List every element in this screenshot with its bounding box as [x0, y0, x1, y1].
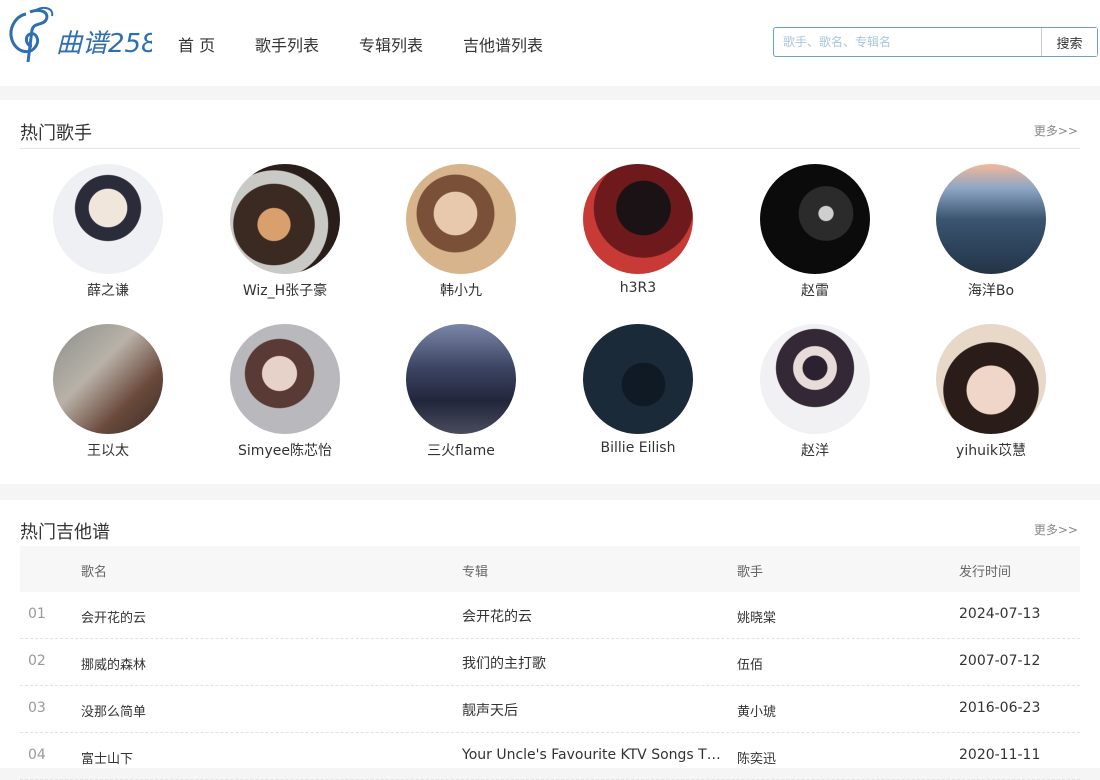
singer-avatar [583, 164, 693, 274]
singer-avatar [53, 164, 163, 274]
album-name[interactable]: 我们的主打歌 [462, 653, 724, 673]
singer-name: 赵洋 [801, 443, 829, 459]
singer-avatar [230, 324, 340, 434]
col-artist: 歌手 [737, 565, 764, 580]
singer-name: 薛之谦 [87, 283, 129, 299]
singer-avatar [760, 324, 870, 434]
singer-name: 三火flame [427, 443, 495, 459]
singer-card[interactable]: 赵洋 [730, 324, 900, 460]
artist-name[interactable]: 伍佰 [737, 654, 937, 673]
more-tabs-link[interactable]: 更多>> [1034, 521, 1078, 538]
table-row[interactable]: 03 没那么简单 靓声天后 黄小琥 2016-06-23 [20, 686, 1080, 733]
section-title: 热门歌手 [20, 123, 92, 144]
singer-card[interactable]: h3R3 [553, 164, 723, 296]
song-title[interactable]: 挪威的森林 [81, 654, 441, 673]
singer-name: 海洋Bo [967, 283, 1015, 299]
artist-name[interactable]: 黄小琥 [737, 701, 937, 720]
hot-singers-section: 热门歌手 更多>> 薛之谦 Wiz_H张子豪 韩小九 h3R3 赵雷 海洋Bo … [0, 100, 1100, 484]
song-title[interactable]: 富士山下 [81, 748, 441, 767]
release-date: 2024-07-13 [959, 606, 1041, 622]
singer-avatar [936, 324, 1046, 434]
singer-name: Billie Eilish [600, 440, 676, 456]
section-divider [20, 148, 1080, 149]
singer-card[interactable]: 王以太 [23, 324, 193, 460]
search-button[interactable]: 搜索 [1041, 28, 1097, 56]
site-logo[interactable]: 曲谱258 [6, 6, 152, 68]
section-title: 热门吉他谱 [20, 522, 110, 543]
col-album: 专辑 [462, 565, 489, 580]
release-date: 2016-06-23 [959, 700, 1041, 716]
release-date: 2007-07-12 [959, 653, 1041, 669]
row-number: 03 [28, 700, 46, 716]
singer-card[interactable]: 海洋Bo [906, 164, 1076, 300]
nav-singers[interactable]: 歌手列表 [255, 32, 319, 56]
singer-name: yihuik苡慧 [956, 443, 1026, 459]
nav-guitar-tabs[interactable]: 吉他谱列表 [463, 32, 543, 56]
singer-avatar [936, 164, 1046, 274]
search-bar: 搜索 [773, 27, 1098, 57]
top-header: 曲谱258 首 页 歌手列表 专辑列表 吉他谱列表 搜索 [0, 0, 1100, 86]
singer-avatar [406, 164, 516, 274]
singer-card[interactable]: 赵雷 [730, 164, 900, 300]
singer-name: 王以太 [87, 443, 129, 459]
guitar-tabs-table: 歌名 专辑 歌手 发行时间 01 会开花的云 会开花的云 姚晓棠 2024-07… [20, 546, 1080, 780]
singer-card[interactable]: yihuik苡慧 [906, 324, 1076, 460]
singer-avatar [760, 164, 870, 274]
col-song: 歌名 [81, 565, 108, 580]
table-row[interactable]: 01 会开花的云 会开花的云 姚晓棠 2024-07-13 [20, 592, 1080, 639]
nav-albums[interactable]: 专辑列表 [359, 32, 423, 56]
search-input[interactable] [774, 28, 1042, 56]
singer-card[interactable]: 韩小九 [376, 164, 546, 300]
singer-card[interactable]: 薛之谦 [23, 164, 193, 300]
singer-name: 赵雷 [801, 283, 829, 299]
release-date: 2020-11-11 [959, 747, 1041, 763]
more-singers-link[interactable]: 更多>> [1034, 122, 1078, 139]
song-title[interactable]: 会开花的云 [81, 607, 441, 626]
album-name[interactable]: 靓声天后 [462, 700, 724, 720]
album-name[interactable]: 会开花的云 [462, 606, 724, 626]
row-number: 04 [28, 747, 46, 763]
singer-card[interactable]: 三火flame [376, 324, 546, 460]
album-name[interactable]: Your Uncle's Favourite KTV Songs Th... [462, 747, 724, 763]
artist-name[interactable]: 陈奕迅 [737, 748, 937, 767]
song-title[interactable]: 没那么简单 [81, 701, 441, 720]
singer-name: 韩小九 [440, 283, 482, 299]
singer-card[interactable]: Simyee陈芯怡 [200, 324, 370, 460]
nav-home[interactable]: 首 页 [178, 32, 215, 56]
singer-card[interactable]: Billie Eilish [553, 324, 723, 456]
singer-avatar [53, 324, 163, 434]
singer-card[interactable]: Wiz_H张子豪 [200, 164, 370, 300]
table-header: 歌名 专辑 歌手 发行时间 [20, 546, 1080, 592]
svg-text:曲谱258: 曲谱258 [56, 29, 152, 59]
table-row[interactable]: 04 富士山下 Your Uncle's Favourite KTV Songs… [20, 733, 1080, 780]
singer-avatar [406, 324, 516, 434]
logo-icon: 曲谱258 [9, 7, 152, 63]
singer-avatar [230, 164, 340, 274]
singer-name: h3R3 [619, 280, 657, 296]
table-row[interactable]: 02 挪威的森林 我们的主打歌 伍佰 2007-07-12 [20, 639, 1080, 686]
artist-name[interactable]: 姚晓棠 [737, 607, 937, 626]
singer-name: Simyee陈芯怡 [238, 443, 332, 459]
row-number: 01 [28, 606, 46, 622]
hot-guitar-tabs-section: 热门吉他谱 更多>> 歌名 专辑 歌手 发行时间 01 会开花的云 会开花的云 … [0, 500, 1100, 780]
singer-avatar [583, 324, 693, 434]
singer-name: Wiz_H张子豪 [242, 283, 328, 299]
col-date: 发行时间 [959, 565, 1012, 580]
row-number: 02 [28, 653, 46, 669]
